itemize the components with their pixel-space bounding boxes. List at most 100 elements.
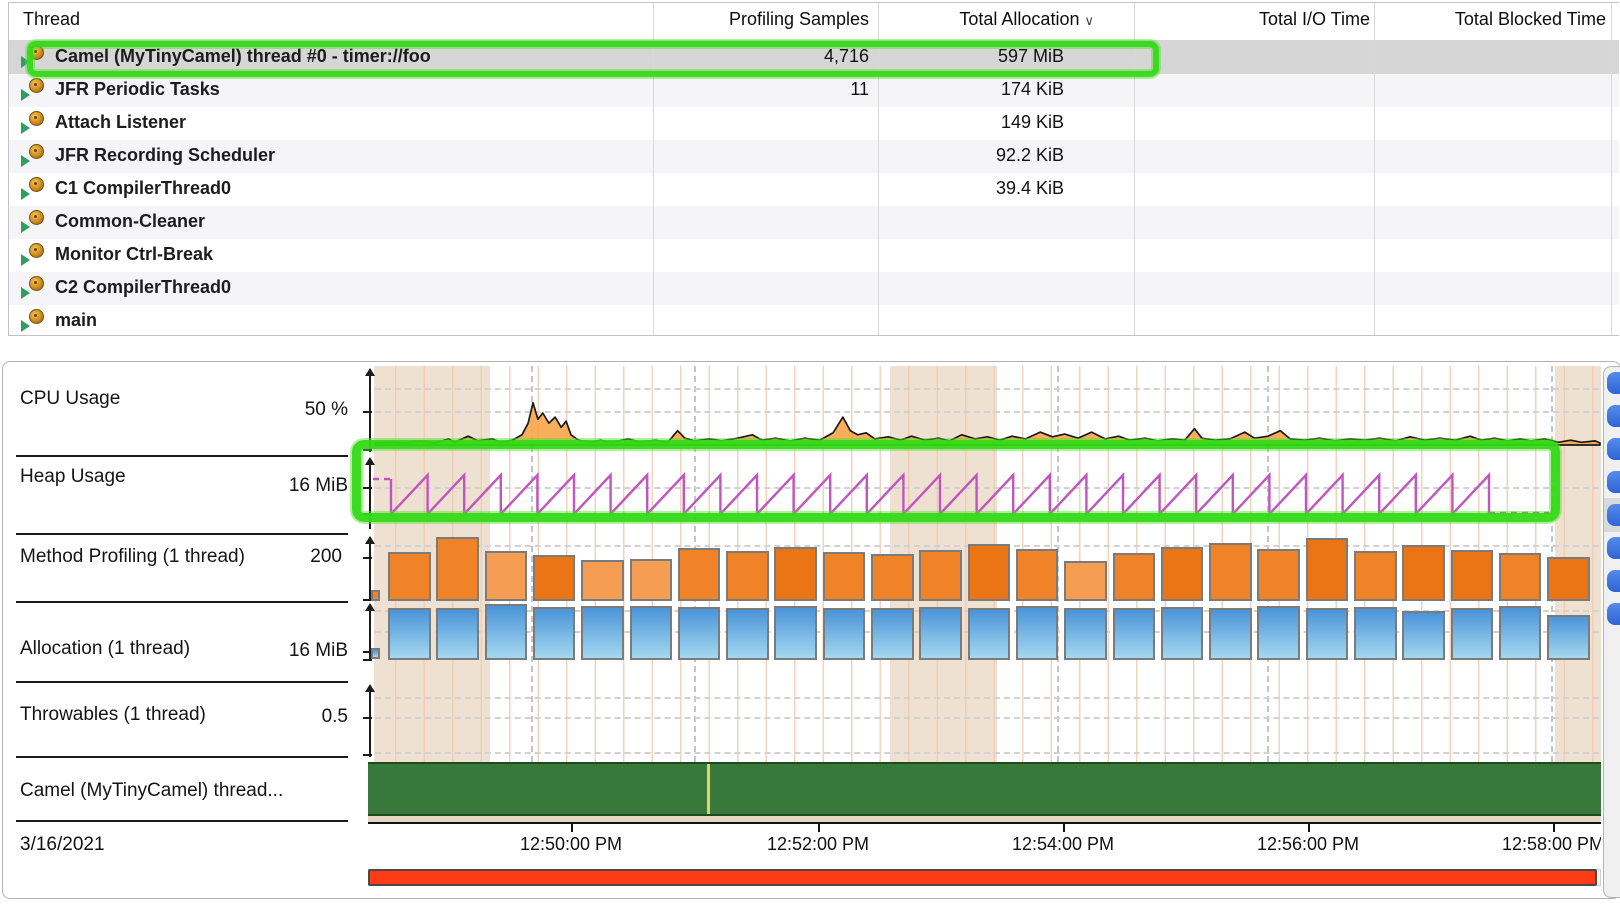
chart-control-button[interactable] xyxy=(1607,438,1620,460)
allocation-bar xyxy=(533,607,576,660)
total-allocation-value: 92.2 KiB xyxy=(896,145,1064,166)
horizontal-scrollbar[interactable] xyxy=(368,869,1597,886)
time-label-row: 12:50:00 PM12:52:00 PM12:54:00 PM12:56:0… xyxy=(368,834,1601,860)
table-row[interactable]: Common-Cleaner xyxy=(9,206,1619,239)
table-row[interactable]: C1 CompilerThread039.4 KiB xyxy=(9,173,1619,206)
method-profiling-bar xyxy=(485,551,528,601)
time-tick-label: 12:54:00 PM xyxy=(988,834,1138,855)
time-axis-line xyxy=(368,822,1601,824)
time-tick-label: 12:50:00 PM xyxy=(496,834,646,855)
time-axis-tick xyxy=(1553,822,1555,832)
time-tick-label: 12:56:00 PM xyxy=(1233,834,1383,855)
row-divider xyxy=(16,820,348,822)
chart-control-button[interactable] xyxy=(1607,537,1620,559)
thread-icon xyxy=(21,111,47,135)
axis-tick-label-4: 16 MiB xyxy=(238,640,348,662)
method-profiling-bar xyxy=(581,560,624,601)
column-header-thread[interactable]: Thread xyxy=(23,9,80,39)
chart-control-button[interactable] xyxy=(1607,372,1620,394)
table-row[interactable]: Attach Listener 149 KiB xyxy=(9,107,1619,140)
thread-name: Common-Cleaner xyxy=(55,211,205,232)
cpu-usage-chart xyxy=(375,368,1601,450)
expand-triangle-icon[interactable] xyxy=(21,89,30,101)
total-allocation-value: 149 KiB xyxy=(896,112,1064,133)
thread-name: Attach Listener xyxy=(55,112,186,133)
expand-triangle-icon[interactable] xyxy=(21,56,30,68)
column-header-profiling-samples[interactable]: Profiling Samples xyxy=(671,9,869,39)
chart-control-button[interactable] xyxy=(1607,603,1620,625)
profiling-samples-value: 11 xyxy=(671,79,869,100)
table-row[interactable]: Monitor Ctrl-Break xyxy=(9,239,1619,272)
method-profiling-bar xyxy=(968,544,1011,601)
axis-tick-label-2: 16 MiB xyxy=(238,475,348,497)
allocation-bar xyxy=(871,608,914,660)
table-row[interactable]: JFR Periodic Tasks11174 KiB xyxy=(9,74,1619,107)
thread-name: Monitor Ctrl-Break xyxy=(55,244,213,265)
table-row[interactable]: JFR Recording Scheduler 92.2 KiB xyxy=(9,140,1619,173)
time-axis-tick xyxy=(1308,822,1310,832)
allocation-bar xyxy=(1113,608,1156,660)
thread-icon xyxy=(21,144,47,168)
time-axis-tick xyxy=(1063,822,1065,832)
gear-icon xyxy=(29,45,44,60)
method-profiling-bar xyxy=(388,552,431,601)
row-divider xyxy=(16,533,348,535)
method-profiling-bar xyxy=(533,555,576,601)
gear-icon xyxy=(29,78,44,93)
table-row[interactable]: main xyxy=(9,305,1619,336)
row-divider xyxy=(16,681,348,683)
expand-triangle-icon[interactable] xyxy=(21,221,30,233)
thread-icon xyxy=(21,210,47,234)
allocation-bar xyxy=(1354,607,1397,660)
allocation-bar xyxy=(1209,608,1252,660)
activity-marker xyxy=(707,764,710,814)
allocation-bar xyxy=(388,608,431,660)
column-header-total-allocation[interactable]: Total Allocation ∨ xyxy=(896,9,1094,39)
expand-triangle-icon[interactable] xyxy=(21,287,30,299)
expand-triangle-icon[interactable] xyxy=(21,188,30,200)
table-row[interactable]: C2 CompilerThread0 xyxy=(9,272,1619,305)
row-label-3: Method Profiling (1 thread) xyxy=(20,546,245,568)
row-label-6: Camel (MyTinyCamel) thread... xyxy=(20,780,283,802)
allocation-bar xyxy=(1257,606,1300,660)
expand-triangle-icon[interactable] xyxy=(21,254,30,266)
method-profiling-bar xyxy=(1354,551,1397,601)
method-profiling-bar xyxy=(436,537,479,601)
column-separator xyxy=(878,3,879,335)
allocation-bar xyxy=(1016,606,1059,660)
chart-control-button[interactable] xyxy=(1607,405,1620,427)
thread-name: JFR Recording Scheduler xyxy=(55,145,275,166)
allocation-bar xyxy=(1499,606,1542,660)
date-label: 3/16/2021 xyxy=(20,834,105,856)
axis-tick-label-1: 50 % xyxy=(238,399,348,421)
thread-name: main xyxy=(55,310,97,331)
table-row[interactable]: Camel (MyTinyCamel) thread #0 - timer://… xyxy=(9,41,1619,74)
expand-triangle-icon[interactable] xyxy=(21,320,30,332)
row-label-4: Allocation (1 thread) xyxy=(20,638,190,660)
expand-triangle-icon[interactable] xyxy=(21,122,30,134)
method-profiling-bar xyxy=(871,554,914,601)
method-profiling-bar xyxy=(1402,545,1445,601)
thread-icon xyxy=(21,78,47,102)
column-header-total-blocked-time[interactable]: Total Blocked Time xyxy=(1392,9,1606,39)
axis-tick-label-3: 200 xyxy=(280,546,342,568)
method-profiling-bar xyxy=(1064,561,1107,601)
allocation-stub-bar xyxy=(371,648,380,659)
thread-activity-bar[interactable] xyxy=(368,762,1601,816)
expand-triangle-icon[interactable] xyxy=(21,155,30,167)
time-axis-tick xyxy=(818,822,820,832)
chart-control-button[interactable] xyxy=(1607,504,1620,526)
thread-name: C1 CompilerThread0 xyxy=(55,178,231,199)
column-header-total-io-time[interactable]: Total I/O Time xyxy=(1152,9,1370,39)
allocation-bar xyxy=(1161,607,1204,660)
chart-control-button[interactable] xyxy=(1607,471,1620,493)
thread-icon xyxy=(21,243,47,267)
gear-icon xyxy=(29,111,44,126)
column-separator xyxy=(1611,3,1612,335)
method-profiling-bar xyxy=(1113,553,1156,601)
method-profiling-bar xyxy=(1306,538,1349,601)
time-axis-tick xyxy=(571,822,573,832)
chart-control-button[interactable] xyxy=(1607,570,1620,592)
thread-name: C2 CompilerThread0 xyxy=(55,277,231,298)
gear-icon xyxy=(29,243,44,258)
